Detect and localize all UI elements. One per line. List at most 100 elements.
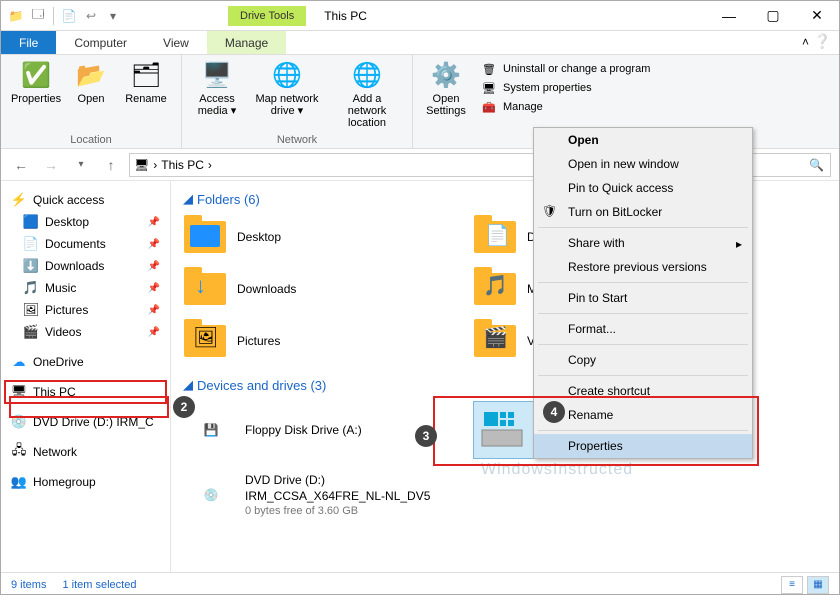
group-label-location: Location: [11, 134, 171, 146]
pc-icon: 🖥: [134, 158, 149, 172]
ribbon-group-network: 🖥️ Access media ▾ 🌐 Map network drive ▾ …: [182, 55, 413, 148]
add-location-label: Add a network location: [332, 93, 402, 129]
open-button[interactable]: 📂 Open: [71, 59, 111, 132]
minimize-button[interactable]: —: [707, 1, 751, 31]
breadcrumb-root[interactable]: This PC: [161, 158, 204, 172]
sidebar-item-label: Videos: [45, 325, 81, 339]
sidebar-item-label: This PC: [33, 385, 76, 399]
ctx-bitlocker[interactable]: 🛡Turn on BitLocker: [534, 200, 752, 224]
folder-icon: ↓: [183, 267, 227, 311]
map-drive-button[interactable]: 🌐 Map network drive ▾: [252, 59, 322, 132]
ctx-rename[interactable]: Rename: [534, 403, 752, 427]
sidebar-dvd-drive[interactable]: 💿DVD Drive (D:) IRM_C: [5, 411, 166, 433]
sidebar-item-desktop[interactable]: 🟦Desktop📌: [5, 211, 166, 233]
window-controls: — ▢ ✕: [707, 1, 839, 31]
folder-pictures[interactable]: 🖼Pictures: [183, 319, 443, 363]
ctx-separator: [538, 344, 748, 345]
network-icon: 🖧: [11, 444, 27, 460]
access-media-button[interactable]: 🖥️ Access media ▾: [192, 59, 242, 132]
desktop-icon: 🟦: [23, 214, 39, 230]
sidebar-item-documents[interactable]: 📄Documents📌: [5, 233, 166, 255]
help-icon[interactable]: ❔: [814, 33, 831, 50]
ctx-label: Create shortcut: [568, 384, 650, 398]
sidebar-this-pc[interactable]: 🖥This PC: [5, 381, 166, 403]
folder-downloads[interactable]: ↓ Downloads: [183, 267, 443, 311]
media-icon: 🖥️: [201, 59, 233, 91]
new-folder-qat-icon[interactable]: 📄: [60, 7, 78, 25]
ctx-pin-start[interactable]: Pin to Start: [534, 286, 752, 310]
status-item-count: 9 items: [11, 579, 46, 591]
open-settings-label: Open Settings: [421, 93, 471, 117]
open-settings-button[interactable]: ⚙️ Open Settings: [421, 59, 471, 117]
sidebar-item-music[interactable]: 🎵Music📌: [5, 277, 166, 299]
ctx-separator: [538, 282, 748, 283]
floppy-icon: 💾: [187, 406, 235, 454]
manage-button[interactable]: 🧰Manage: [481, 99, 650, 115]
back-button[interactable]: ←: [9, 153, 33, 177]
tiles-view-button[interactable]: ▦: [807, 576, 829, 594]
uninstall-program-button[interactable]: 🗑Uninstall or change a program: [481, 61, 650, 77]
folder-desktop[interactable]: Desktop: [183, 215, 443, 259]
group-label-network: Network: [192, 134, 402, 146]
drive-dvd[interactable]: 💿 DVD Drive (D:) IRM_CCSA_X64FRE_NL-NL_D…: [183, 467, 463, 523]
qat-dropdown-icon[interactable]: ▾: [104, 7, 122, 25]
ctx-pin-quick-access[interactable]: Pin to Quick access: [534, 176, 752, 200]
ctx-label: Copy: [568, 353, 596, 367]
recent-dropdown-icon[interactable]: ▾: [69, 153, 93, 177]
ctx-open[interactable]: Open: [534, 128, 752, 152]
ctx-open-new-window[interactable]: Open in new window: [534, 152, 752, 176]
pictures-icon: 🖼: [23, 302, 39, 318]
properties-qat-icon[interactable]: 🗔: [29, 7, 47, 25]
sidebar-item-pictures[interactable]: 🖼Pictures📌: [5, 299, 166, 321]
tab-file[interactable]: File: [1, 31, 56, 54]
system-properties-button[interactable]: 🖥System properties: [481, 80, 650, 96]
properties-button[interactable]: ✅ Properties: [11, 59, 61, 132]
manage-label: Manage: [503, 101, 543, 113]
ctx-restore-versions[interactable]: Restore previous versions: [534, 255, 752, 279]
add-location-button[interactable]: 🌐 Add a network location: [332, 59, 402, 132]
rename-label: Rename: [125, 93, 167, 105]
add-location-icon: 🌐: [351, 59, 383, 91]
sidebar-item-downloads[interactable]: ⬇️Downloads📌: [5, 255, 166, 277]
sidebar-item-videos[interactable]: 🎬Videos📌: [5, 321, 166, 343]
title-bar: 📁 🗔 📄 ↩ ▾ Drive Tools This PC — ▢ ✕: [1, 1, 839, 31]
ctx-format[interactable]: Format...: [534, 317, 752, 341]
sidebar-onedrive[interactable]: ☁OneDrive: [5, 351, 166, 373]
details-view-button[interactable]: ≡: [781, 576, 803, 594]
maximize-button[interactable]: ▢: [751, 1, 795, 31]
pin-icon: 📌: [148, 305, 160, 316]
undo-qat-icon[interactable]: ↩: [82, 7, 100, 25]
sidebar-homegroup[interactable]: 👥Homegroup: [5, 471, 166, 493]
ctx-copy[interactable]: Copy: [534, 348, 752, 372]
drive-floppy[interactable]: 💾 Floppy Disk Drive (A:): [183, 401, 443, 459]
ctx-create-shortcut[interactable]: Create shortcut: [534, 379, 752, 403]
access-media-label: Access media ▾: [192, 93, 242, 117]
rename-icon: 🗂: [130, 59, 162, 91]
ctx-separator: [538, 227, 748, 228]
sidebar-quick-access[interactable]: ⚡Quick access: [5, 189, 166, 211]
explorer-app-icon: 📁: [7, 7, 25, 25]
disc-icon: 💿: [11, 414, 27, 430]
tab-view[interactable]: View: [145, 31, 207, 54]
forward-button[interactable]: →: [39, 153, 63, 177]
properties-icon: ✅: [20, 59, 52, 91]
drive-label: DVD Drive (D:): [245, 473, 430, 487]
sidebar-network[interactable]: 🖧Network: [5, 441, 166, 463]
star-icon: ⚡: [11, 192, 27, 208]
up-button[interactable]: ↑: [99, 153, 123, 177]
open-label: Open: [78, 93, 105, 105]
folder-icon: [183, 215, 227, 259]
ctx-separator: [538, 313, 748, 314]
system-list: 🗑Uninstall or change a program 🖥System p…: [481, 59, 650, 115]
collapse-ribbon-icon[interactable]: ˄: [802, 35, 809, 49]
ctx-separator: [538, 375, 748, 376]
folder-label: Downloads: [237, 282, 296, 296]
tab-manage[interactable]: Manage: [207, 31, 286, 54]
rename-button[interactable]: 🗂 Rename: [121, 59, 171, 132]
ctx-label: Properties: [568, 439, 623, 453]
sidebar-item-label: Downloads: [45, 259, 104, 273]
ctx-properties[interactable]: Properties: [534, 434, 752, 458]
tab-computer[interactable]: Computer: [56, 31, 145, 54]
close-button[interactable]: ✕: [795, 1, 839, 31]
ctx-share-with[interactable]: Share with▸: [534, 231, 752, 255]
